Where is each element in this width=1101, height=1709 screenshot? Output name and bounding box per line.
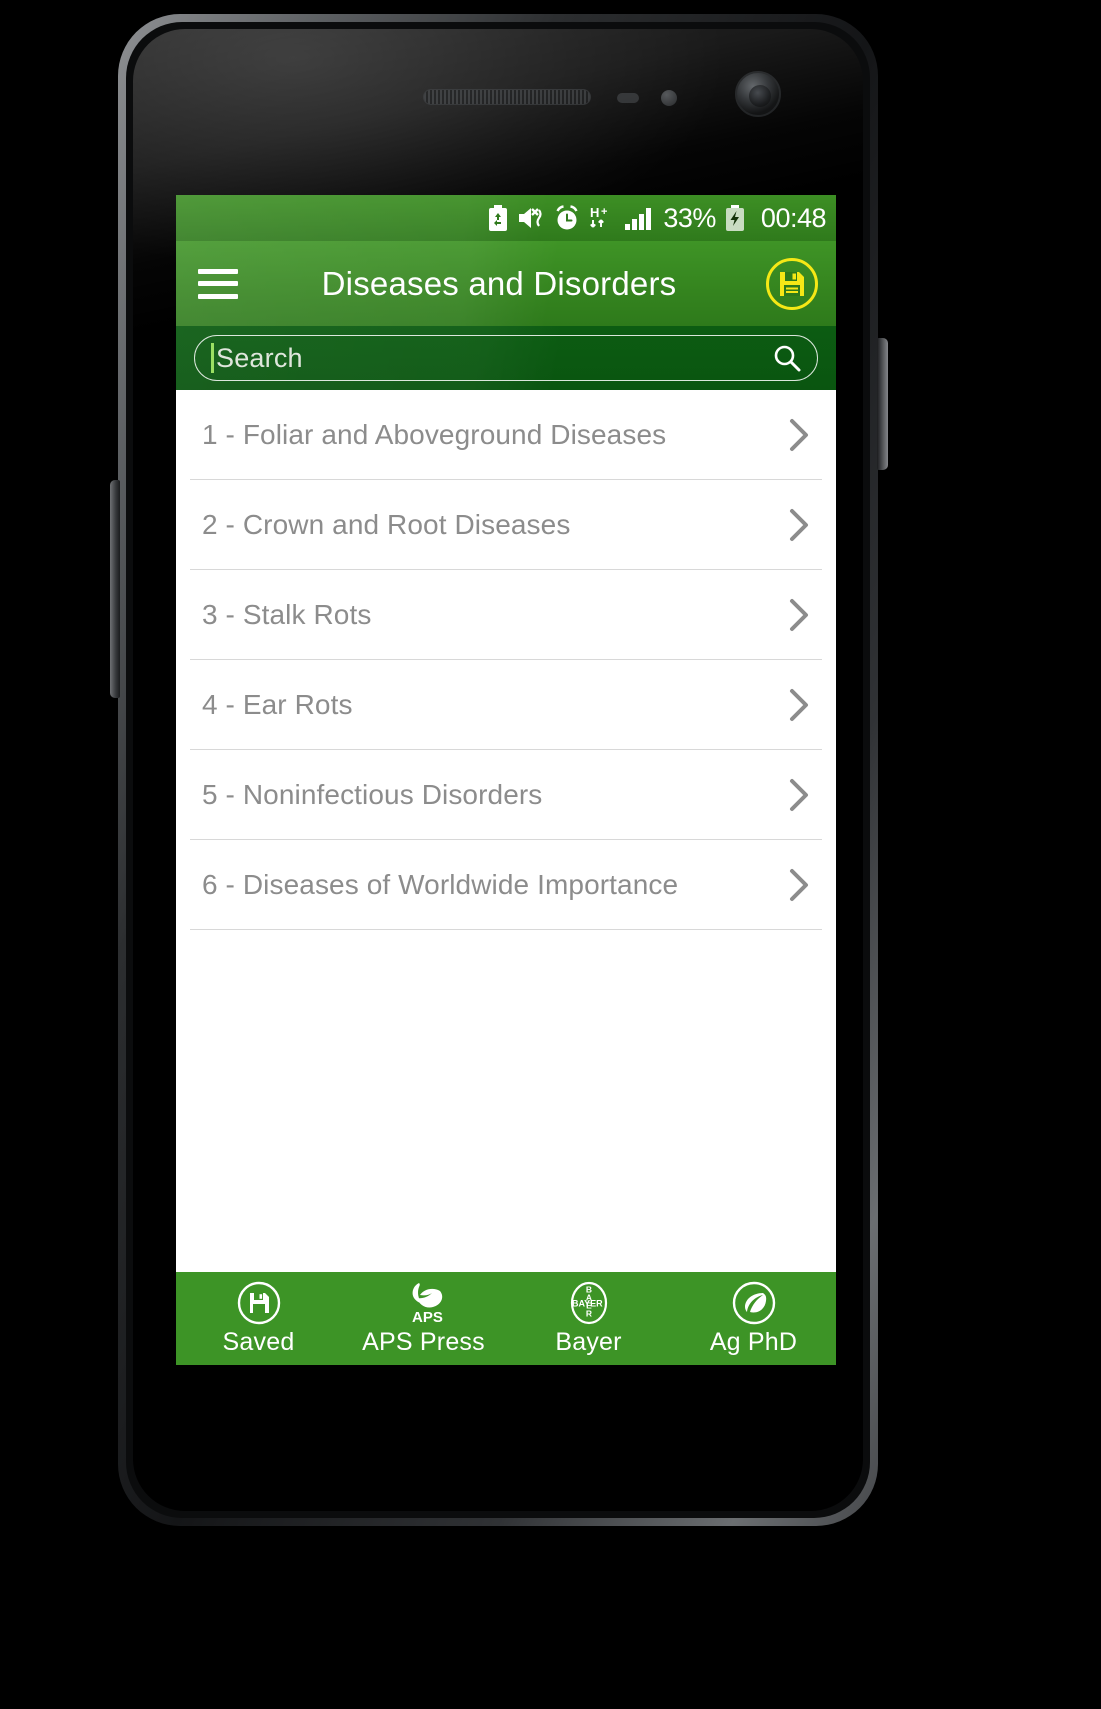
chevron-right-icon bbox=[784, 688, 814, 722]
power-button[interactable] bbox=[877, 338, 888, 470]
mute-vibrate-icon bbox=[517, 205, 545, 231]
alarm-clock-icon bbox=[554, 205, 580, 231]
chevron-right-icon bbox=[784, 508, 814, 542]
nav-item-label: Bayer bbox=[555, 1328, 622, 1356]
svg-text:+: + bbox=[601, 206, 607, 218]
chevron-right-icon bbox=[784, 868, 814, 902]
earpiece-speaker bbox=[423, 89, 591, 105]
signal-bars-icon bbox=[624, 205, 654, 231]
app-bar: Diseases and Disorders bbox=[176, 241, 836, 326]
proximity-sensor bbox=[617, 93, 639, 103]
list-item-label: 3 - Stalk Rots bbox=[202, 598, 372, 630]
search-bar: Search bbox=[176, 326, 836, 390]
list-item-label: 6 - Diseases of Worldwide Importance bbox=[202, 868, 679, 900]
aps-press-leaf-logo-icon: APS bbox=[399, 1280, 449, 1326]
list-item-label: 5 - Noninfectious Disorders bbox=[202, 778, 543, 810]
status-bar-icons: H + 33% 00:48 bbox=[488, 202, 827, 234]
floppy-disk-circle-icon bbox=[236, 1280, 282, 1326]
nav-item-label: Saved bbox=[222, 1328, 295, 1356]
svg-text:BAYER: BAYER bbox=[572, 1299, 603, 1309]
battery-percent-label: 33% bbox=[663, 202, 716, 233]
list-item-label: 4 - Ear Rots bbox=[202, 688, 353, 720]
bayer-cross-logo-icon: B A E R X BAYER bbox=[566, 1280, 612, 1326]
list-item[interactable]: 3 - Stalk Rots bbox=[190, 570, 822, 660]
list-item-label: 2 - Crown and Root Diseases bbox=[202, 508, 571, 540]
list-item[interactable]: 4 - Ear Rots bbox=[190, 660, 822, 750]
svg-text:APS: APS bbox=[412, 1309, 443, 1326]
screenshot-root: H + 33% 00:48 Diseases and Disorders Sea… bbox=[0, 0, 1101, 1709]
battery-saver-icon bbox=[488, 205, 508, 231]
list-item[interactable]: 1 - Foliar and Aboveground Diseases bbox=[190, 390, 822, 480]
search-magnifier-icon[interactable] bbox=[771, 343, 803, 373]
svg-text:H: H bbox=[590, 205, 599, 220]
nav-item-saved[interactable]: Saved bbox=[176, 1272, 341, 1365]
page-title: Diseases and Disorders bbox=[321, 264, 677, 302]
floppy-save-icon[interactable] bbox=[766, 257, 818, 310]
chevron-right-icon bbox=[784, 418, 814, 452]
status-bar: H + 33% 00:48 bbox=[176, 195, 836, 241]
hsdpa-data-icon: H + bbox=[589, 205, 615, 231]
text-cursor bbox=[211, 343, 214, 373]
search-input[interactable]: Search bbox=[194, 335, 818, 381]
ag-phd-leaf-circle-icon bbox=[731, 1280, 777, 1326]
nav-item-aps-press[interactable]: APS APS Press bbox=[341, 1272, 506, 1365]
app-screen: H + 33% 00:48 Diseases and Disorders Sea… bbox=[176, 195, 836, 1365]
light-sensor bbox=[661, 90, 677, 106]
charging-battery-icon bbox=[725, 205, 745, 231]
nav-item-label: APS Press bbox=[362, 1328, 485, 1356]
clock-label: 00:48 bbox=[760, 202, 827, 233]
volume-rocker-button[interactable] bbox=[110, 480, 120, 698]
search-placeholder-label: Search bbox=[216, 342, 303, 373]
list-item-label: 1 - Foliar and Aboveground Diseases bbox=[202, 418, 667, 450]
nav-item-label: Ag PhD bbox=[709, 1328, 798, 1356]
front-camera bbox=[735, 71, 781, 117]
bottom-navigation-bar: Saved APS APS Press B A E R BAYER Bayer … bbox=[176, 1272, 836, 1365]
svg-text:R: R bbox=[585, 1309, 591, 1319]
list-item[interactable]: 6 - Diseases of Worldwide Importance bbox=[190, 840, 822, 930]
nav-item-bayer[interactable]: B A E R X BAYER Bayer bbox=[506, 1272, 671, 1365]
list-item[interactable]: 2 - Crown and Root Diseases bbox=[190, 480, 822, 570]
list-item[interactable]: 5 - Noninfectious Disorders bbox=[190, 750, 822, 840]
disease-category-list: 1 - Foliar and Aboveground Diseases 2 - … bbox=[176, 390, 836, 1272]
nav-item-ag-phd[interactable]: Ag PhD bbox=[671, 1272, 836, 1365]
chevron-right-icon bbox=[784, 598, 814, 632]
chevron-right-icon bbox=[784, 778, 814, 812]
